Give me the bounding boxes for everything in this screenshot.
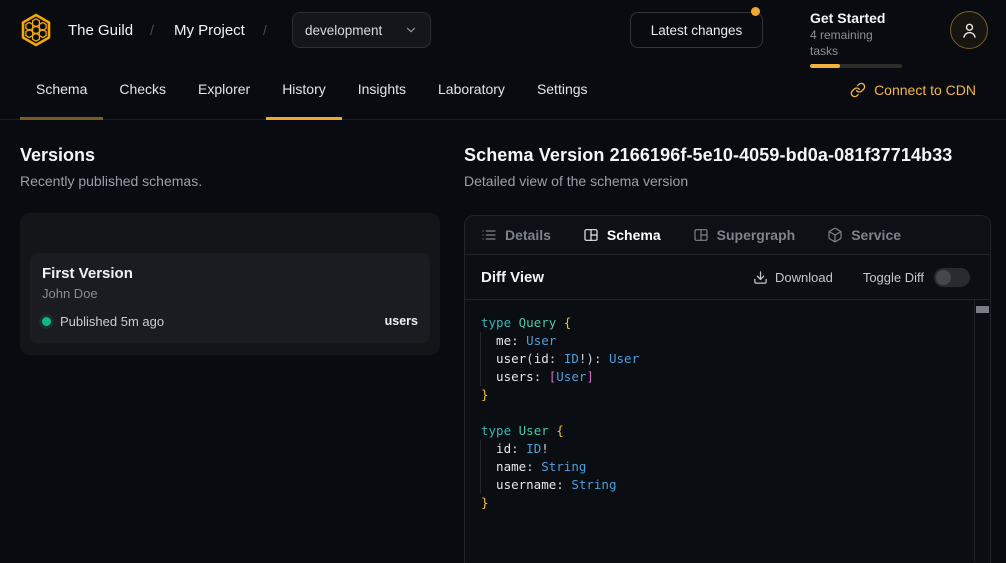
notification-dot xyxy=(751,7,760,16)
nav-tab-explorer[interactable]: Explorer xyxy=(182,60,266,120)
versions-list: First Version John Doe Published 5m ago … xyxy=(20,213,440,355)
schema-version-subtitle: Detailed view of the schema version xyxy=(464,173,688,189)
schema-version-panel: Details Schema Supergraph Service Diff View… xyxy=(464,215,991,563)
user-avatar[interactable] xyxy=(950,11,988,49)
get-started-subtitle: 4 remaining tasks xyxy=(810,27,902,59)
code-line: type Query { xyxy=(481,314,639,332)
nav-tab-schema[interactable]: Schema xyxy=(20,60,103,120)
detail-tab-label: Details xyxy=(505,227,551,243)
diff-view-title: Diff View xyxy=(481,269,544,286)
breadcrumb-separator: / xyxy=(150,0,154,60)
target-selector-dropdown[interactable]: development xyxy=(292,12,431,48)
breadcrumb-separator: / xyxy=(263,0,267,60)
version-list-item[interactable]: First Version John Doe Published 5m ago … xyxy=(30,253,430,343)
detail-tab-label: Service xyxy=(851,227,901,243)
code-line: type User { xyxy=(481,422,639,440)
detail-tab-label: Schema xyxy=(607,227,661,243)
code-line: } xyxy=(481,386,639,404)
scrollbar-track xyxy=(974,300,975,562)
project-nav: SchemaChecksExplorerHistoryInsightsLabor… xyxy=(0,60,1006,120)
nav-tab-history[interactable]: History xyxy=(266,60,342,120)
code-line xyxy=(481,404,639,422)
code-line: id: ID! xyxy=(481,440,639,458)
download-icon xyxy=(753,270,768,285)
target-selector-value: development xyxy=(305,23,382,38)
schema-code-viewer[interactable]: type Query { me: User user(id: ID!): Use… xyxy=(465,300,990,562)
version-status-text: Published 5m ago xyxy=(60,314,164,329)
code-line: users: [User] xyxy=(481,368,639,386)
code-line: me: User xyxy=(481,332,639,350)
connect-to-cdn-label: Connect to CDN xyxy=(874,82,976,98)
schema-code: type Query { me: User user(id: ID!): Use… xyxy=(481,314,639,512)
scrollbar-thumb[interactable] xyxy=(976,306,989,313)
columns-icon xyxy=(583,227,599,243)
download-label: Download xyxy=(775,270,833,285)
detail-tab-label: Supergraph xyxy=(717,227,796,243)
code-line: name: String xyxy=(481,458,639,476)
nav-tab-settings[interactable]: Settings xyxy=(521,60,604,120)
diff-toolbar: Diff View Download Toggle Diff xyxy=(465,255,990,300)
version-service-badge: users xyxy=(385,314,418,328)
detail-tab-details[interactable]: Details xyxy=(481,227,551,243)
app-root: The Guild / My Project / development Lat… xyxy=(0,0,1006,563)
versions-subheading: Recently published schemas. xyxy=(20,173,202,189)
code-line: } xyxy=(481,494,639,512)
chevron-down-icon xyxy=(404,23,418,37)
list-icon xyxy=(481,227,497,243)
detail-tab-service[interactable]: Service xyxy=(827,227,901,243)
version-title: First Version xyxy=(42,265,133,282)
latest-changes-button[interactable]: Latest changes xyxy=(630,12,763,48)
link-icon xyxy=(850,82,866,98)
switch-knob xyxy=(936,270,951,285)
nav-tab-insights[interactable]: Insights xyxy=(342,60,422,120)
nav-tab-checks[interactable]: Checks xyxy=(103,60,182,120)
code-line: user(id: ID!): User xyxy=(481,350,639,368)
toggle-diff-switch[interactable] xyxy=(934,268,970,287)
org-breadcrumb-link[interactable]: The Guild xyxy=(68,0,133,60)
columns-icon xyxy=(693,227,709,243)
top-header: The Guild / My Project / development Lat… xyxy=(0,0,1006,60)
version-status-row: Published 5m ago users xyxy=(42,313,418,329)
schema-version-title: Schema Version 2166196f-5e10-4059-bd0a-0… xyxy=(464,145,952,166)
toolbar-actions: Download Toggle Diff xyxy=(753,268,970,287)
code-line: username: String xyxy=(481,476,639,494)
toggle-diff-label: Toggle Diff xyxy=(863,270,924,285)
get-started-title: Get Started xyxy=(810,9,902,27)
nav-tab-laboratory[interactable]: Laboratory xyxy=(422,60,521,120)
project-breadcrumb-link[interactable]: My Project xyxy=(174,0,245,60)
box-icon xyxy=(827,227,843,243)
nav-tabs: SchemaChecksExplorerHistoryInsightsLabor… xyxy=(20,60,604,120)
versions-heading: Versions xyxy=(20,145,95,166)
version-author: John Doe xyxy=(42,286,98,301)
published-status-dot xyxy=(42,317,51,326)
detail-tab-schema[interactable]: Schema xyxy=(583,227,661,243)
person-icon xyxy=(961,22,978,39)
connect-to-cdn-button[interactable]: Connect to CDN xyxy=(850,60,976,120)
hive-logo-icon[interactable] xyxy=(18,12,54,48)
detail-tab-supergraph[interactable]: Supergraph xyxy=(693,227,796,243)
detail-tabs: Details Schema Supergraph Service xyxy=(465,216,990,255)
download-button[interactable]: Download xyxy=(753,270,833,285)
